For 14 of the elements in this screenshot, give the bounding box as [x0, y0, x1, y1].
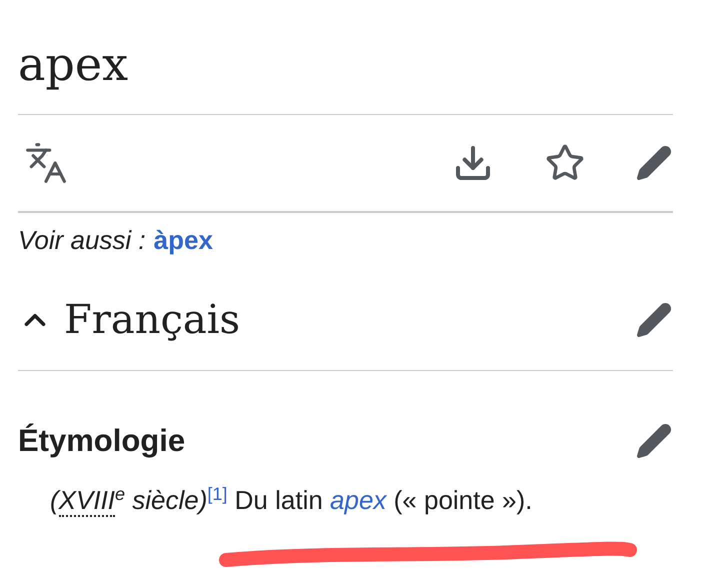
translate-icon[interactable]: [24, 141, 68, 185]
etymology-text: (XVIII$^{e}$ siècle)$^{[1]}$ Du latin apex (« pointe »).: [50, 483, 532, 519]
edit-icon[interactable]: [635, 301, 673, 339]
subsection-heading: Étymologie: [18, 422, 186, 460]
edit-icon[interactable]: [635, 144, 673, 182]
latin-link[interactable]: apex: [330, 485, 386, 515]
see-also-link[interactable]: àpex: [154, 221, 213, 260]
see-also-label: Voir aussi :: [18, 224, 146, 257]
section-heading: Français: [64, 296, 242, 345]
download-icon[interactable]: [453, 143, 493, 183]
edit-icon[interactable]: [635, 422, 673, 460]
star-icon[interactable]: [545, 143, 585, 183]
page-title: apex: [18, 36, 128, 93]
reference-link[interactable]: [1]: [207, 484, 228, 504]
